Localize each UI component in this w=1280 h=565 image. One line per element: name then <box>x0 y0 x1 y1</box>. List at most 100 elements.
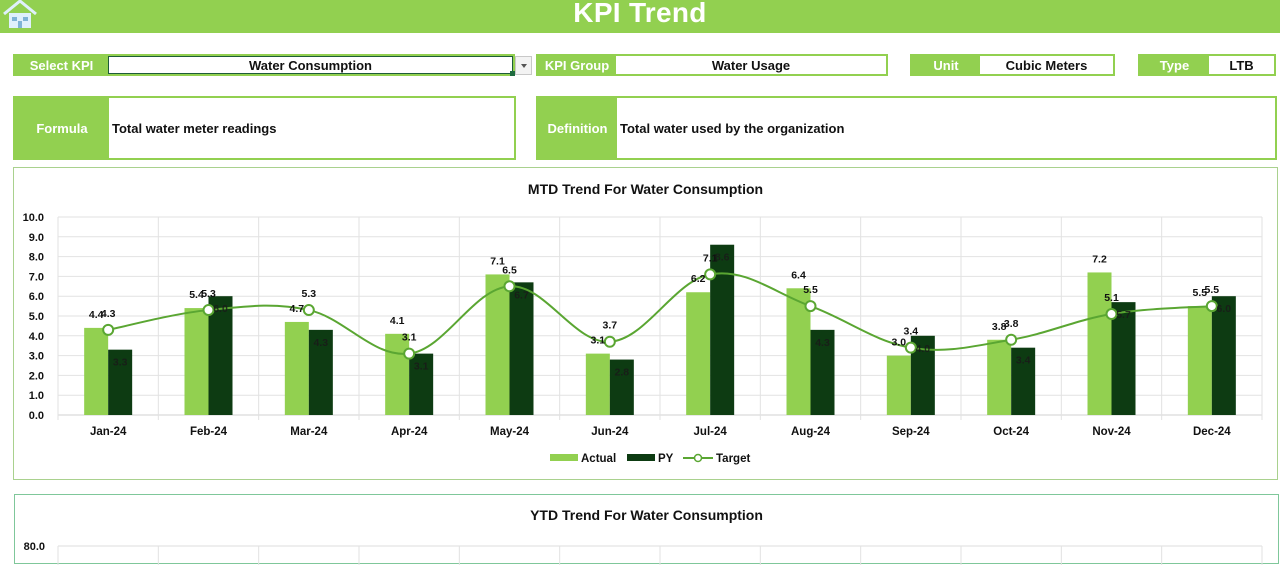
data-label-py: 3.3 <box>113 357 128 369</box>
target-marker <box>202 304 215 317</box>
x-tick-label: Dec-24 <box>1193 426 1231 438</box>
x-tick-label: Oct-24 <box>993 426 1029 438</box>
select-kpi-value: Water Consumption <box>248 57 372 73</box>
legend-label-actual: Actual <box>581 453 616 465</box>
mtd-chart[interactable]: MTD Trend For Water Consumption 0.0 1.0 2.… <box>13 167 1278 480</box>
data-label-target: 3.4 <box>904 326 919 338</box>
kpi-group-field: KPI Group Water Usage <box>536 54 888 76</box>
x-tick-label: Feb-24 <box>190 426 228 438</box>
type-value: LTB <box>1229 57 1254 73</box>
x-tick-label: Apr-24 <box>391 426 428 438</box>
target-marker <box>1105 308 1118 321</box>
mtd-chart-plot: 0.0 1.0 2.0 3.0 4.0 5.0 6.0 7.0 8.0 9.0 10.0 Jan-24… <box>23 212 1263 465</box>
formula-label: Formula <box>15 98 109 158</box>
bar-actual <box>284 321 309 415</box>
legend-label-py: PY <box>658 453 674 465</box>
data-label-py: 4.0 <box>916 343 931 355</box>
definition-value: Total water used by the organization <box>620 120 845 136</box>
data-label-py: 6.0 <box>1217 303 1232 315</box>
x-tick-label: Jul-24 <box>694 426 728 438</box>
y-tick-label: 0.0 <box>29 410 44 422</box>
y-tick-label: 10.0 <box>23 212 44 224</box>
target-marker <box>102 323 115 336</box>
y-tick-label: 4.0 <box>29 331 44 343</box>
x-tick-label: Aug-24 <box>791 426 831 438</box>
header-banner: KPI Trend <box>0 0 1280 33</box>
data-label-actual: 6.2 <box>691 273 706 285</box>
x-tick-label: May-24 <box>490 426 530 438</box>
data-label-target: 5.3 <box>302 288 317 300</box>
target-marker <box>403 347 416 360</box>
formula-box: Formula Total water meter readings <box>13 96 516 160</box>
legend-swatch-py <box>627 454 655 461</box>
data-label-actual: 4.1 <box>390 315 405 327</box>
bar-actual <box>886 355 911 415</box>
bar-actual <box>585 353 610 415</box>
data-label-target: 5.5 <box>803 284 818 296</box>
ytd-chart[interactable]: YTD Trend For Water Consumption 80.0 <box>14 494 1279 565</box>
kpi-group-value: Water Usage <box>711 57 791 73</box>
kpi-group-label: KPI Group <box>538 56 616 74</box>
data-label-actual: 3.0 <box>892 337 907 349</box>
select-kpi-field: Select KPI Water Consumption <box>13 54 515 76</box>
x-tick-label: Jan-24 <box>90 426 127 438</box>
data-label-actual: 7.2 <box>1092 253 1107 265</box>
target-marker <box>904 341 917 354</box>
data-label-target: 3.1 <box>402 332 417 344</box>
kpi-dropdown-button[interactable] <box>515 56 532 75</box>
data-label-actual: 3.1 <box>591 335 606 347</box>
y-tick-label: 6.0 <box>29 291 44 303</box>
target-marker <box>1005 333 1018 346</box>
type-field: Type LTB <box>1138 54 1276 76</box>
bar-actual <box>385 333 410 415</box>
page-title: KPI Trend <box>573 0 707 28</box>
ytd-chart-plot: 80.0 <box>24 541 1263 565</box>
y-tick-label: 80.0 <box>24 541 45 553</box>
target-marker <box>503 280 516 293</box>
type-label: Type <box>1140 56 1209 74</box>
x-tick-label: Sep-24 <box>892 426 930 438</box>
target-marker <box>603 335 616 348</box>
y-tick-label: 2.0 <box>29 370 44 382</box>
data-label-py: 4.3 <box>815 337 830 349</box>
legend-swatch-actual <box>550 454 578 461</box>
bar-actual <box>184 308 209 415</box>
bar-actual <box>987 339 1012 415</box>
unit-field: Unit Cubic Meters <box>910 54 1115 76</box>
bar-actual <box>485 274 510 415</box>
select-kpi-dropdown[interactable]: Water Consumption <box>108 56 515 76</box>
data-label-py: 4.3 <box>314 337 329 349</box>
chevron-down-icon <box>520 63 527 68</box>
definition-box: Definition Total water used by the organ… <box>536 96 1277 160</box>
data-label-py: 2.8 <box>615 367 630 379</box>
data-label-target: 4.3 <box>101 308 116 320</box>
data-label-py: 3.4 <box>1016 355 1031 367</box>
unit-label: Unit <box>912 56 980 74</box>
legend-label-target: Target <box>716 453 750 465</box>
bar-actual <box>1187 306 1212 415</box>
target-marker <box>1205 300 1218 313</box>
data-label-target: 6.5 <box>502 264 517 276</box>
data-label-target: 3.8 <box>1004 318 1019 330</box>
y-tick-label: 8.0 <box>29 252 44 264</box>
y-tick-label: 9.0 <box>29 232 44 244</box>
data-label-target: 5.1 <box>1104 292 1119 304</box>
data-label-actual: 4.7 <box>290 303 305 315</box>
bar-actual <box>84 327 109 415</box>
unit-value: Cubic Meters <box>1005 57 1088 73</box>
legend-marker-target <box>693 453 703 463</box>
y-tick-label: 5.0 <box>29 311 44 323</box>
data-label-target: 5.5 <box>1205 284 1220 296</box>
target-marker <box>302 304 315 317</box>
data-label-py: 6.0 <box>213 303 228 315</box>
bar-py <box>509 282 534 415</box>
x-tick-label: Jun-24 <box>591 426 629 438</box>
y-tick-label: 1.0 <box>29 390 44 402</box>
target-marker <box>704 268 717 281</box>
data-label-py: 5.7 <box>1116 309 1131 321</box>
definition-label: Definition <box>538 98 617 158</box>
y-tick-label: 3.0 <box>29 351 44 363</box>
formula-value: Total water meter readings <box>112 120 277 136</box>
y-tick-label: 7.0 <box>29 271 44 283</box>
data-label-py: 3.1 <box>414 361 429 373</box>
